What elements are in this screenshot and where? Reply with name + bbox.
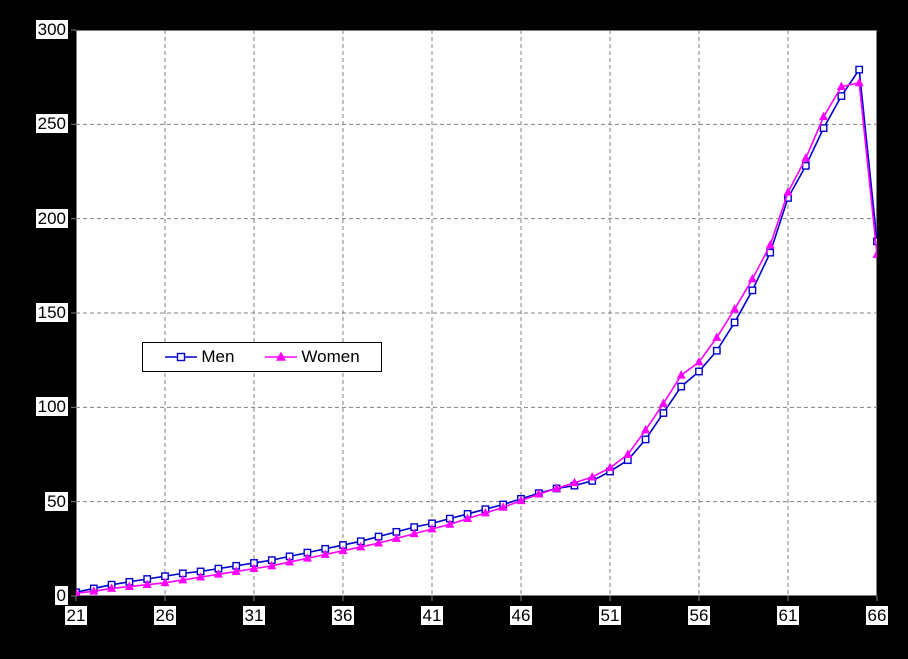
data-point-marker xyxy=(819,124,828,133)
x-axis-tick-label: 56 xyxy=(687,606,711,625)
y-axis-tick-label: 100 xyxy=(35,397,68,417)
data-point-marker xyxy=(677,382,686,391)
data-point-marker xyxy=(623,456,632,465)
x-axis-tick-label: 36 xyxy=(331,606,355,625)
legend-label: Women xyxy=(301,347,360,366)
legend-item-women[interactable]: Women xyxy=(264,347,360,367)
chart-legend[interactable]: Men Women xyxy=(142,342,382,372)
legend-label: Men xyxy=(201,347,235,366)
x-axis-tick-label: 61 xyxy=(776,606,800,625)
x-axis-tick-label: 46 xyxy=(509,606,533,625)
x-axis-tick-label: 66 xyxy=(865,606,889,625)
legend-swatch-triangle-icon xyxy=(265,351,298,361)
data-point-marker xyxy=(695,367,703,376)
legend-item-men[interactable]: Men xyxy=(164,347,234,367)
x-axis-tick-label: 21 xyxy=(64,606,88,625)
x-axis-tick-label: 41 xyxy=(420,606,444,625)
y-axis-tick-label: 200 xyxy=(35,208,68,228)
data-point-marker xyxy=(837,92,846,100)
data-point-marker xyxy=(730,318,739,327)
x-axis-tick-label: 26 xyxy=(153,606,177,625)
y-axis-tick-label: 150 xyxy=(35,303,68,322)
data-point-marker xyxy=(712,346,721,355)
y-axis-tick-label: 250 xyxy=(35,114,68,134)
legend-swatch-square-icon xyxy=(165,352,198,362)
line-chart xyxy=(71,29,878,601)
x-axis-tick-label: 51 xyxy=(598,606,622,625)
data-point-marker xyxy=(748,286,757,295)
data-point-marker xyxy=(659,409,668,417)
data-point-marker xyxy=(855,65,864,74)
y-axis-tick-label: 50 xyxy=(45,491,68,511)
x-axis-tick-label: 31 xyxy=(242,606,266,625)
data-point-marker xyxy=(641,435,650,444)
y-axis-tick-label: 0 xyxy=(54,586,68,605)
chart-container: 300 250 200 150 100 50 0 21 26 31 36 41 46 51 56 61 66 … xyxy=(0,0,908,659)
y-axis-tick-label: 300 xyxy=(35,20,68,39)
